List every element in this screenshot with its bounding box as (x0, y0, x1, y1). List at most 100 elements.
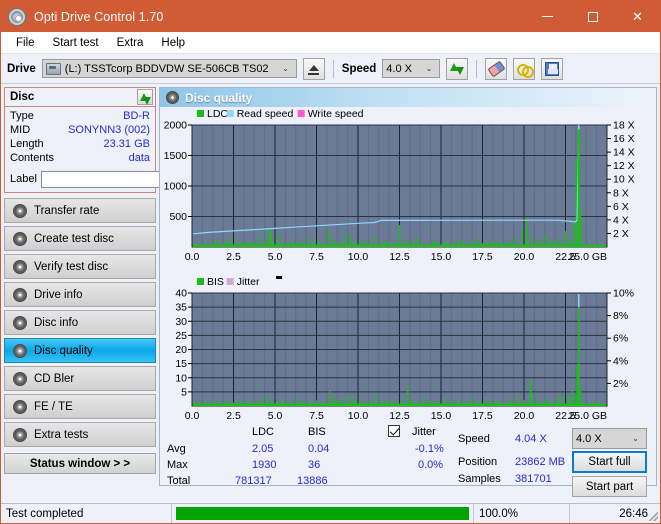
save-button[interactable] (541, 57, 564, 80)
erase-button[interactable] (485, 57, 508, 80)
stats-panel: LDC BIS Jitter Avg 2.05 0.04 -0.1% Max 1… (160, 423, 656, 497)
disc-info-row-mid: MID SONYNN3 (002) (10, 123, 150, 137)
disc-icon (13, 427, 27, 442)
samples-stat-label: Samples (458, 473, 501, 485)
disc-mid-label: MID (10, 124, 31, 136)
svg-text:15.0: 15.0 (431, 410, 452, 422)
disc-info-rows: Type BD-R MID SONYNN3 (002) Length 23.31… (5, 107, 155, 169)
stats-avg-bis: 0.04 (308, 443, 330, 455)
checkbox-icon (388, 425, 400, 437)
speed-select-value: 4.0 X (386, 62, 412, 75)
disc-mid-value: SONYNN3 (002) (68, 124, 150, 136)
sidebar-item-disc-info[interactable]: Disc info (4, 310, 156, 335)
svg-text:1000: 1000 (164, 181, 188, 193)
svg-text:0.0: 0.0 (185, 251, 200, 263)
stats-total-bis: 13886 (297, 475, 328, 487)
maximize-button[interactable] (570, 1, 615, 32)
disc-icon (13, 259, 27, 274)
disc-info-row-length: Length 23.31 GB (10, 137, 150, 151)
chain-links-icon (516, 63, 534, 78)
drive-select[interactable]: (L:) TSSTcorp BDDVDW SE-506CB TS02 ⌄ (41, 59, 297, 78)
svg-text:25.0 GB: 25.0 GB (568, 410, 607, 422)
svg-text:17.5: 17.5 (472, 410, 493, 422)
sidebar-item-label: Verify test disc (34, 260, 109, 273)
sidebar-item-label: Drive info (34, 288, 83, 301)
svg-text:2.5: 2.5 (226, 410, 241, 422)
resize-grip-icon[interactable] (649, 512, 658, 521)
minimize-icon (542, 15, 553, 18)
svg-text:14 X: 14 X (613, 147, 635, 159)
sidebar-item-fe-te[interactable]: FE / TE (4, 394, 156, 419)
sidebar-nav: Transfer rate Create test disc Verify te… (4, 198, 156, 447)
disc-info-panel: Disc Type BD-R MID SONYNN3 (002) Length … (4, 87, 243, 193)
svg-text:6 X: 6 X (613, 201, 629, 213)
chevron-down-icon: ⌄ (425, 64, 433, 73)
sidebar-item-label: Disc info (34, 316, 79, 329)
close-button[interactable]: ✕ (615, 1, 660, 32)
main-content: Disc quality LDC Read speed Write speed 500… (159, 84, 660, 497)
svg-text:2%: 2% (613, 378, 628, 390)
sidebar-item-cd-bler[interactable]: CD Bler (4, 366, 156, 391)
position-stat-label: Position (458, 456, 498, 468)
svg-text:20.0: 20.0 (514, 251, 535, 263)
sidebar-item-disc-quality[interactable]: Disc quality (4, 338, 156, 363)
svg-text:BIS: BIS (207, 276, 224, 288)
floppy-save-icon (545, 61, 560, 76)
sidebar-item-drive-info[interactable]: Drive info (4, 282, 156, 307)
disc-icon (13, 231, 27, 246)
status-window-button[interactable]: Status window > > (4, 453, 156, 474)
sidebar-item-extra-tests[interactable]: Extra tests (4, 422, 156, 447)
drive-label: Drive (7, 62, 36, 75)
svg-text:12 X: 12 X (613, 160, 635, 172)
stats-row-label-total: Total (167, 475, 191, 487)
sidebar-item-label: Extra tests (34, 428, 89, 441)
menu-item-help[interactable]: Help (152, 35, 194, 51)
stats-max-ldc: 1930 (252, 459, 277, 471)
stats-row-label-max: Max (167, 459, 188, 471)
jitter-checkbox[interactable] (388, 425, 400, 438)
disc-icon (13, 315, 27, 330)
disc-refresh-button[interactable] (137, 89, 153, 105)
disc-icon (13, 371, 27, 386)
svg-text:35: 35 (175, 302, 187, 314)
sidebar-item-transfer-rate[interactable]: Transfer rate (4, 198, 156, 223)
start-full-button[interactable]: Start full (572, 451, 647, 473)
speed-stat-value: 4.04 X (515, 433, 547, 445)
result-speed-select[interactable]: 4.0 X ⌄ (572, 428, 647, 449)
eject-button[interactable] (302, 57, 325, 80)
start-part-button[interactable]: Start part (572, 476, 647, 497)
svg-text:0.0: 0.0 (185, 410, 200, 422)
eject-icon (308, 65, 319, 71)
disc-contents-label: Contents (10, 152, 55, 164)
svg-text:5.0: 5.0 (268, 251, 283, 263)
position-stat-value: 23862 MB (515, 456, 566, 468)
chain-button[interactable] (513, 57, 536, 80)
svg-text:15: 15 (175, 358, 187, 370)
disc-contents-value: data (128, 152, 150, 164)
svg-text:10.0: 10.0 (348, 410, 369, 422)
svg-text:40: 40 (175, 288, 187, 300)
disc-icon (13, 203, 27, 218)
disc-panel-header: Disc (5, 88, 155, 107)
sidebar-item-verify-test-disc[interactable]: Verify test disc (4, 254, 156, 279)
menu-item-file[interactable]: File (7, 35, 44, 51)
disc-info-row-type: Type BD-R (10, 109, 150, 123)
menu-item-start-test[interactable]: Start test (44, 35, 108, 51)
stats-header-ldc: LDC (252, 426, 275, 438)
svg-text:18 X: 18 X (613, 120, 635, 132)
minimize-button[interactable] (525, 1, 570, 32)
disc-panel-title: Disc (10, 91, 35, 103)
body-split: Disc Type BD-R MID SONYNN3 (002) Length … (1, 84, 660, 497)
menu-item-extra[interactable]: Extra (108, 35, 153, 51)
sidebar-item-create-test-disc[interactable]: Create test disc (4, 226, 156, 251)
svg-text:7.5: 7.5 (309, 410, 324, 422)
title-bar: Opti Drive Control 1.70 ✕ (1, 1, 660, 32)
disc-length-label: Length (10, 138, 44, 150)
charts-container: LDC Read speed Write speed 500 1000 1500 2000 2… (160, 107, 656, 423)
disc-quality-header: Disc quality (160, 88, 656, 107)
toolbar-divider-2 (476, 59, 478, 78)
speed-select[interactable]: 4.0 X ⌄ (382, 59, 441, 78)
refresh-button[interactable] (446, 57, 469, 80)
svg-text:30: 30 (175, 316, 187, 328)
chevron-down-icon: ⌄ (632, 434, 639, 443)
